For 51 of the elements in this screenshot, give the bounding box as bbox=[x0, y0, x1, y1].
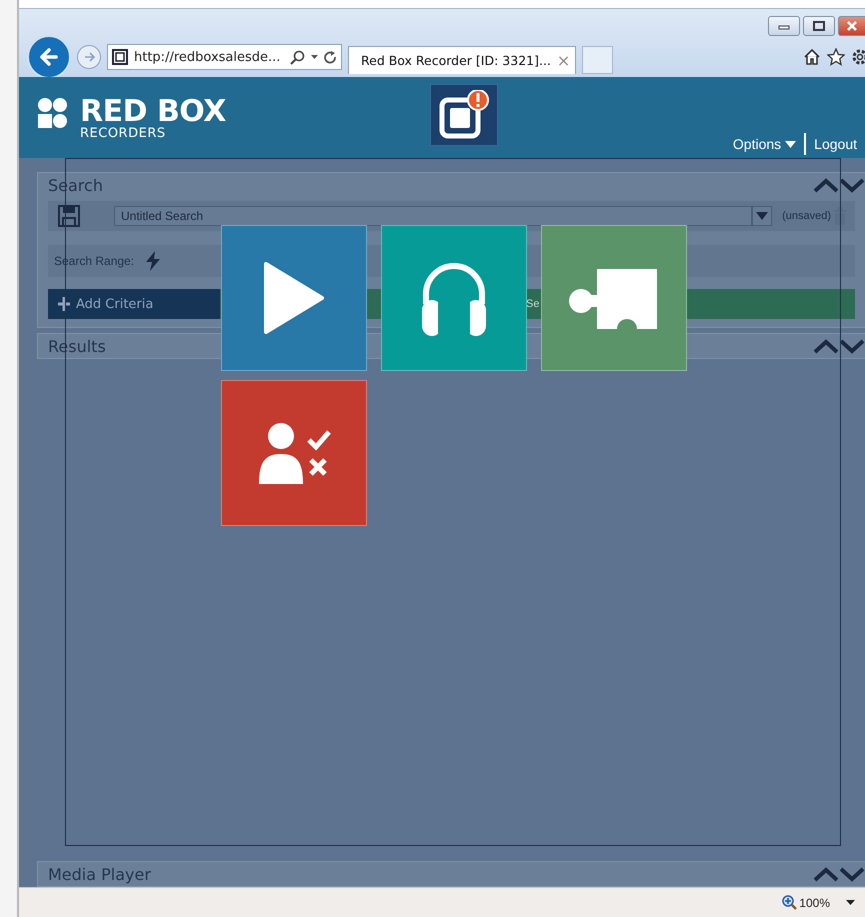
caret-icon bbox=[785, 140, 796, 148]
plus-icon bbox=[58, 297, 70, 311]
menu-item[interactable]: Options bbox=[724, 136, 804, 152]
browser-tab[interactable]: Red Box Recorder [ID: 3321]... × bbox=[348, 46, 576, 74]
home-icon[interactable] bbox=[803, 48, 821, 66]
close-icon bbox=[847, 21, 857, 31]
menu-label: Logout bbox=[814, 136, 857, 152]
page-icon bbox=[112, 49, 128, 65]
refresh-icon[interactable] bbox=[324, 50, 337, 64]
tab-title: Red Box Recorder [ID: 3321]... bbox=[361, 53, 551, 68]
maximize-button[interactable] bbox=[803, 16, 835, 36]
arrow-icon bbox=[83, 51, 95, 63]
save-icon[interactable] bbox=[58, 205, 80, 227]
menu-item[interactable]: Logout bbox=[806, 136, 865, 152]
panel-title: Media Player bbox=[48, 864, 152, 884]
collapse-expand-icon[interactable] bbox=[813, 865, 865, 883]
settings-icon[interactable] bbox=[851, 48, 865, 66]
zoom-level: 100% bbox=[799, 896, 830, 910]
zoom-icon bbox=[782, 895, 798, 910]
address-field[interactable]: http://redboxsalesde... bbox=[107, 44, 342, 70]
alert-icon bbox=[438, 90, 490, 140]
app-tile-button[interactable] bbox=[381, 225, 527, 371]
add-criteria-button[interactable]: Add Criteria bbox=[48, 289, 220, 319]
collapse-expand-icon[interactable] bbox=[813, 337, 865, 355]
dropdown-button[interactable] bbox=[752, 206, 772, 226]
tab-close-button[interactable]: × bbox=[556, 51, 570, 70]
collapse-expand-icon[interactable] bbox=[813, 176, 865, 194]
caret-icon[interactable] bbox=[311, 55, 318, 59]
play-icon bbox=[262, 262, 326, 334]
search-name-field[interactable]: Untitled Search bbox=[114, 206, 752, 226]
lightning-icon[interactable] bbox=[144, 251, 162, 271]
logo-icon bbox=[37, 97, 68, 129]
close-button[interactable] bbox=[838, 16, 865, 36]
app-tile-button[interactable] bbox=[221, 380, 367, 526]
caret-icon[interactable] bbox=[846, 900, 855, 905]
app-tile-button[interactable] bbox=[221, 225, 367, 371]
app-tile-button[interactable] bbox=[541, 225, 687, 371]
alerts-button[interactable] bbox=[430, 84, 498, 146]
trash-icon[interactable] bbox=[833, 207, 847, 225]
zoom-control[interactable]: 100% bbox=[782, 895, 830, 910]
search-icon[interactable] bbox=[290, 50, 305, 64]
brand-name: RED BOX bbox=[80, 97, 226, 127]
caret-icon bbox=[756, 212, 768, 220]
save-status: (unsaved) bbox=[782, 210, 831, 222]
menu-label: Options bbox=[732, 136, 782, 152]
arrow-icon bbox=[40, 48, 58, 66]
minimize-button[interactable] bbox=[768, 16, 800, 36]
star-icon[interactable] bbox=[827, 48, 845, 66]
address-text: http://redboxsalesde... bbox=[134, 50, 282, 64]
maximize-icon bbox=[813, 21, 825, 31]
brand-subtitle: RECORDERS bbox=[80, 127, 167, 140]
